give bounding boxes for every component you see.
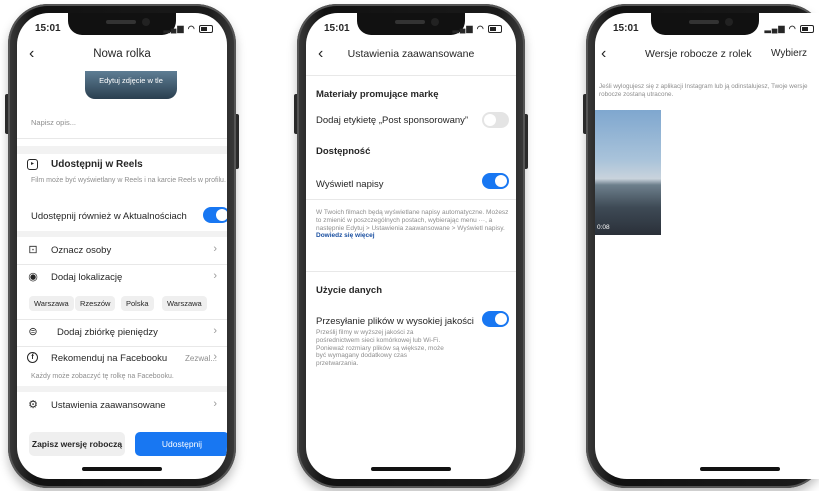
tag-person-icon: ⊡ [28, 244, 38, 256]
status-bar: 15:01 ▂▄▆ ◠ [306, 21, 516, 39]
location-chip[interactable]: Warszawa [162, 296, 207, 311]
divider [306, 199, 516, 200]
tag-people-label[interactable]: Oznacz osoby [51, 245, 111, 256]
recommend-facebook-value: Zezwal... [185, 354, 218, 363]
branded-content-heading: Materiały promujące markę [316, 89, 439, 100]
status-time: 15:01 [613, 23, 639, 34]
phone-frame-advanced-settings: 15:01 ▂▄▆ ◠ ‹ Ustawienia zaawansowane Ma… [294, 4, 528, 488]
captions-label: Wyświetl napisy [316, 179, 384, 190]
chevron-right-icon: › [213, 325, 217, 337]
divider [306, 271, 516, 272]
hq-upload-label: Przesyłanie plików w wysokiej jakości [316, 316, 474, 327]
chevron-right-icon: › [213, 351, 217, 363]
nav-bar: ‹ Ustawienia zaawansowane [306, 45, 516, 67]
gear-icon: ⚙ [28, 399, 38, 411]
recommend-facebook-label[interactable]: Rekomenduj na Facebooku [51, 353, 167, 364]
captions-description: W Twoich filmach będą wyświetlane napisy… [316, 209, 514, 240]
section-gap [17, 231, 227, 237]
draft-duration: 0:08 [597, 224, 610, 231]
chevron-right-icon: › [213, 398, 217, 410]
phone-frame-reel-drafts: 15:01 ▂▄▆ ◠ ‹ Wersje robocze z rolek Wyb… [583, 4, 819, 488]
status-time: 15:01 [324, 23, 350, 34]
reels-icon: ▸ [27, 159, 38, 170]
divider [306, 75, 516, 76]
add-location-label[interactable]: Dodaj lokalizację [51, 272, 122, 283]
accessibility-heading: Dostępność [316, 146, 371, 157]
hq-upload-toggle[interactable] [482, 311, 509, 327]
share-button[interactable]: Udostępnij [135, 432, 227, 456]
signal-wifi-battery-icon: ▂▄▆ ◠ [765, 24, 814, 33]
status-time: 15:01 [35, 23, 61, 34]
hq-upload-description: Prześlij filmy w wyższej jakości za pośr… [316, 329, 444, 368]
page-title: Ustawienia zaawansowane [347, 48, 475, 60]
status-bar: 15:01 ▂▄▆ ◠ [17, 21, 227, 39]
fundraiser-icon: ⊜ [28, 326, 38, 338]
screen-new-reel: 15:01 ▂▄▆ ◠ ‹ Nowa rolka Edytuj zdjęcie … [17, 13, 227, 479]
facebook-icon: f [27, 352, 38, 363]
select-button[interactable]: Wybierz [771, 48, 807, 59]
learn-more-link[interactable]: Dowiedz się więcej [316, 232, 375, 239]
back-arrow-icon[interactable]: ‹ [601, 45, 606, 63]
location-chips: Warszawa Rzeszów Polska Warszawa [29, 296, 227, 312]
cover-thumbnail[interactable]: Edytuj zdjęcie w tle [85, 71, 177, 99]
paid-partnership-label: Dodaj etykietę „Post sponsorowany” [316, 115, 469, 126]
signal-wifi-battery-icon: ▂▄▆ ◠ [164, 24, 213, 33]
caption-input[interactable]: Napisz opis... [31, 118, 76, 127]
edit-cover-label: Edytuj zdjęcie w tle [99, 76, 163, 85]
captions-description-text: W Twoich filmach będą wyświetlane napisy… [316, 209, 509, 232]
location-chip[interactable]: Warszawa [29, 296, 74, 311]
data-usage-heading: Użycie danych [316, 285, 382, 296]
location-pin-icon: ◉ [28, 271, 38, 283]
save-draft-button[interactable]: Zapisz wersję roboczą [29, 432, 125, 456]
status-bar: 15:01 ▂▄▆ ◠ [595, 21, 819, 39]
reels-description: Film może być wyświetlany w Reels i na k… [31, 177, 226, 184]
also-share-label: Udostępnij również w Aktualnościach [31, 211, 187, 222]
location-chip[interactable]: Rzeszów [75, 296, 116, 311]
signal-wifi-battery-icon: ▂▄▆ ◠ [453, 24, 502, 33]
section-gap [17, 386, 227, 392]
paid-partnership-toggle[interactable] [482, 112, 509, 128]
page-title: Wersje robocze z rolek [645, 48, 752, 60]
page-title: Nowa rolka [93, 48, 151, 60]
also-share-toggle[interactable] [203, 207, 227, 223]
home-indicator [371, 467, 451, 471]
drafts-notice: Jeśli wylogujesz się z aplikacji Instagr… [599, 83, 808, 98]
section-gap [17, 146, 227, 154]
draft-thumbnail[interactable]: 0:08 [595, 110, 661, 235]
nav-bar: ‹ Wersje robocze z rolek Wybierz [595, 45, 819, 67]
reels-heading: Udostępnij w Reels [51, 159, 143, 170]
location-chip[interactable]: Polska [121, 296, 154, 311]
chevron-right-icon: › [213, 243, 217, 255]
chevron-right-icon: › [213, 270, 217, 282]
home-indicator [82, 467, 162, 471]
screen-reel-drafts: 15:01 ▂▄▆ ◠ ‹ Wersje robocze z rolek Wyb… [595, 13, 819, 479]
screen-advanced-settings: 15:01 ▂▄▆ ◠ ‹ Ustawienia zaawansowane Ma… [306, 13, 516, 479]
divider [17, 319, 227, 320]
nav-bar: ‹ Nowa rolka [17, 45, 227, 67]
facebook-note: Każdy może zobaczyć tę rolkę na Facebook… [31, 373, 174, 380]
advanced-settings-label[interactable]: Ustawienia zaawansowane [51, 400, 166, 411]
home-indicator [700, 467, 780, 471]
divider [17, 346, 227, 347]
phone-frame-new-reel: 15:01 ▂▄▆ ◠ ‹ Nowa rolka Edytuj zdjęcie … [5, 4, 239, 488]
divider [17, 138, 227, 139]
fundraiser-label[interactable]: Dodaj zbiórkę pieniędzy [57, 327, 158, 338]
divider [17, 264, 227, 265]
captions-toggle[interactable] [482, 173, 509, 189]
